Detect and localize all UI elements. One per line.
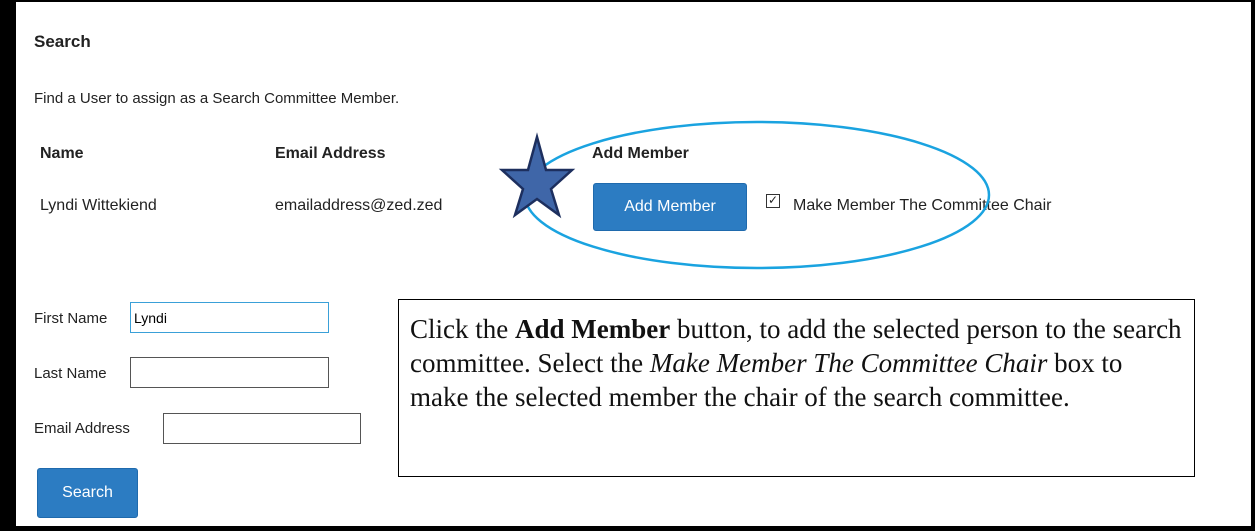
star-icon: [498, 132, 576, 219]
highlight-ellipse: [523, 120, 991, 270]
annotation-overlay: [498, 120, 991, 270]
